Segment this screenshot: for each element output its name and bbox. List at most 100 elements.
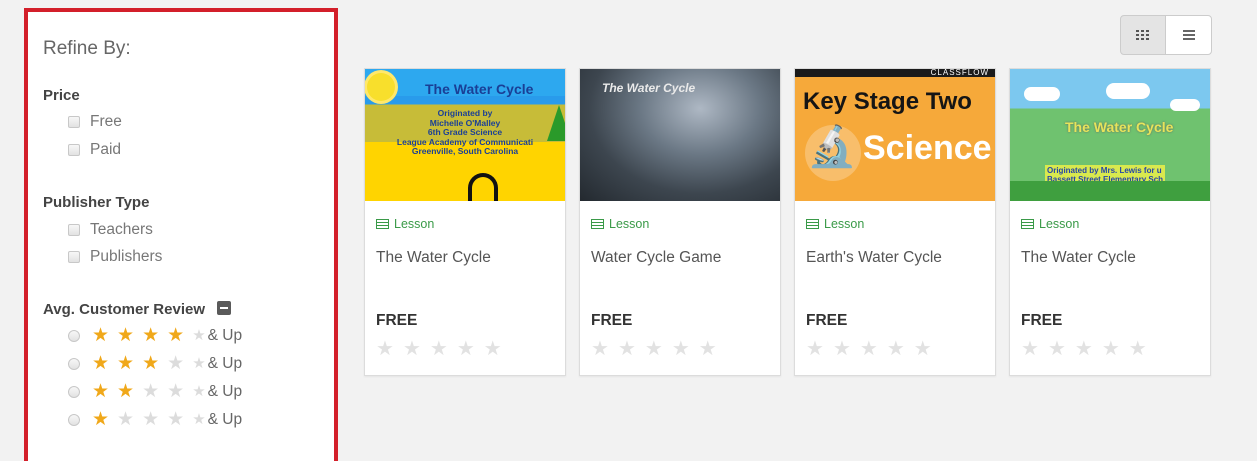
resource-card[interactable]: The Water Cycle Originated by Mrs. Lewis… [1009, 68, 1211, 376]
checkbox[interactable] [68, 251, 80, 263]
card-thumbnail[interactable]: The Water Cycle Originated by Michelle O… [365, 69, 565, 201]
star-empty-icon[interactable]: ★ [1048, 339, 1066, 359]
card-title[interactable]: The Water Cycle [1021, 249, 1136, 267]
refine-title: Refine By: [43, 38, 131, 59]
card-rating: ★ ★ ★ ★ ★ [591, 339, 726, 359]
wave-shape [468, 173, 498, 201]
star-empty-icon[interactable]: ★ [1021, 339, 1039, 359]
card-thumbnail[interactable]: CLASSFLOW Key Stage Two 🔬 Science [795, 69, 995, 201]
filter-price-paid[interactable]: Paid [68, 141, 121, 159]
thumb-info: Originated by Michelle O'Malley 6th Grad… [365, 108, 565, 157]
star-empty-icon[interactable]: ★ [403, 339, 421, 359]
star-empty-icon[interactable]: ★ [376, 339, 394, 359]
rating-suffix: & Up [207, 382, 243, 400]
thumb-title: The Water Cycle [602, 81, 696, 95]
lesson-icon [1021, 219, 1034, 229]
thumb-title: The Water Cycle [1065, 119, 1174, 135]
filter-label: Publishers [90, 248, 163, 265]
star-filled-icon: ★ [92, 353, 110, 374]
cloud-shape [1024, 87, 1060, 101]
rating-radio[interactable] [68, 385, 80, 398]
star-empty-icon[interactable]: ★ [591, 339, 609, 359]
rating-radio[interactable] [68, 413, 80, 426]
card-title[interactable]: Water Cycle Game [591, 249, 721, 267]
thumb-line: Originated by Mrs. Lewis for u [1047, 166, 1162, 175]
filter-label: Free [90, 113, 122, 130]
filter-rating-1[interactable]: ★ ★ ★ ★ ★ & Up [68, 410, 242, 429]
card-thumbnail[interactable]: The Water Cycle [580, 69, 780, 201]
resource-card[interactable]: CLASSFLOW Key Stage Two 🔬 Science Lesson… [794, 68, 996, 376]
thumb-line: Greenville, South Carolina [411, 146, 519, 156]
star-empty-icon: ★ [192, 411, 206, 428]
star-empty-icon[interactable]: ★ [645, 339, 663, 359]
filter-label: Teachers [90, 221, 153, 238]
star-empty-icon: ★ [192, 327, 206, 344]
checkbox[interactable] [68, 116, 80, 128]
resource-card[interactable]: The Water Cycle Originated by Michelle O… [364, 68, 566, 376]
star-empty-icon[interactable]: ★ [806, 339, 824, 359]
star-empty-icon[interactable]: ★ [618, 339, 636, 359]
filter-price-free[interactable]: Free [68, 113, 122, 131]
collapse-icon[interactable] [217, 301, 232, 315]
rating-radio[interactable] [68, 329, 80, 342]
thumb-subtitle: Science [863, 129, 992, 167]
star-empty-icon[interactable]: ★ [457, 339, 475, 359]
filter-rating-3[interactable]: ★ ★ ★ ★ ★ & Up [68, 354, 242, 373]
star-empty-icon: ★ [142, 381, 160, 402]
thumb-brand: CLASSFLOW [930, 69, 989, 77]
microscope-icon: 🔬 [807, 125, 857, 169]
grass-shape [1010, 181, 1210, 201]
star-empty-icon[interactable]: ★ [699, 339, 717, 359]
star-empty-icon[interactable]: ★ [672, 339, 690, 359]
lesson-badge: Lesson [591, 217, 649, 231]
filter-rating-4[interactable]: ★ ★ ★ ★ ★ & Up [68, 326, 242, 345]
filter-rating-2[interactable]: ★ ★ ★ ★ ★ & Up [68, 382, 242, 401]
star-filled-icon: ★ [142, 325, 160, 346]
resource-card[interactable]: The Water Cycle Lesson Water Cycle Game … [579, 68, 781, 376]
star-empty-icon[interactable]: ★ [1129, 339, 1147, 359]
star-empty-icon[interactable]: ★ [860, 339, 878, 359]
list-icon [1182, 30, 1195, 40]
card-price: FREE [591, 312, 633, 329]
card-title[interactable]: The Water Cycle [376, 249, 491, 267]
lesson-icon [376, 219, 389, 229]
star-empty-icon[interactable]: ★ [1075, 339, 1093, 359]
star-empty-icon: ★ [142, 409, 160, 430]
star-empty-icon[interactable]: ★ [887, 339, 905, 359]
rating-radio[interactable] [68, 357, 80, 370]
thumb-topbar: CLASSFLOW [795, 69, 995, 77]
rating-suffix: & Up [207, 354, 243, 372]
grid-view-button[interactable] [1120, 15, 1166, 55]
cloud-shape [1170, 99, 1200, 111]
star-filled-icon: ★ [117, 381, 135, 402]
filter-publisher-publishers[interactable]: Publishers [68, 248, 162, 266]
star-empty-icon[interactable]: ★ [430, 339, 448, 359]
checkbox[interactable] [68, 144, 80, 156]
star-filled-icon: ★ [167, 325, 185, 346]
lesson-badge: Lesson [376, 217, 434, 231]
review-heading: Avg. Customer Review [43, 301, 232, 318]
refine-sidebar: Refine By: Price Free Paid Publisher Typ… [24, 8, 338, 461]
star-empty-icon[interactable]: ★ [833, 339, 851, 359]
rating-suffix: & Up [207, 410, 243, 428]
star-empty-icon[interactable]: ★ [914, 339, 932, 359]
star-filled-icon: ★ [92, 325, 110, 346]
star-empty-icon[interactable]: ★ [1102, 339, 1120, 359]
filter-label: Paid [90, 141, 122, 158]
sun-icon [367, 73, 395, 101]
card-price: FREE [376, 312, 418, 329]
filter-publisher-teachers[interactable]: Teachers [68, 221, 153, 239]
card-title[interactable]: Earth's Water Cycle [806, 249, 942, 267]
badge-label: Lesson [609, 217, 650, 231]
badge-label: Lesson [1039, 217, 1080, 231]
checkbox[interactable] [68, 224, 80, 236]
grid-icon [1136, 30, 1149, 40]
list-view-button[interactable] [1165, 15, 1212, 55]
star-filled-icon: ★ [117, 325, 135, 346]
cloud-shape [1106, 83, 1150, 99]
card-thumbnail[interactable]: The Water Cycle Originated by Mrs. Lewis… [1010, 69, 1210, 201]
star-filled-icon: ★ [92, 381, 110, 402]
star-empty-icon: ★ [192, 355, 206, 372]
review-heading-label: Avg. Customer Review [43, 301, 205, 318]
star-empty-icon[interactable]: ★ [484, 339, 502, 359]
